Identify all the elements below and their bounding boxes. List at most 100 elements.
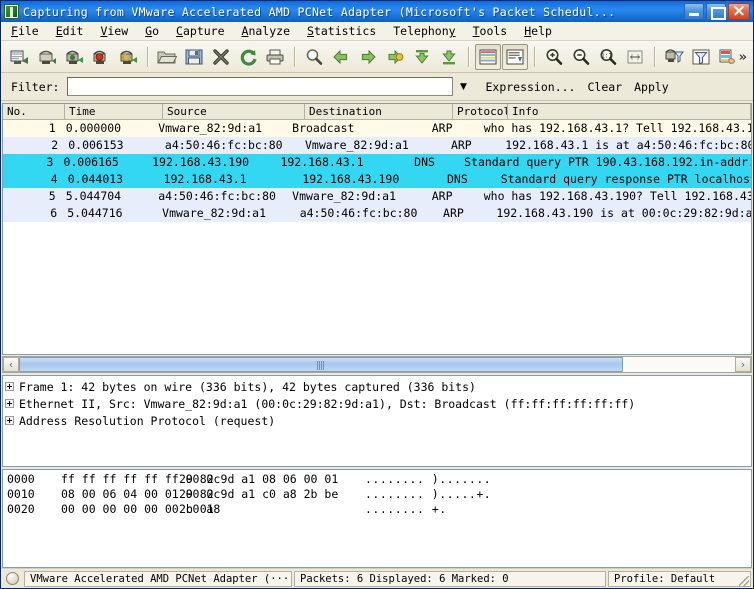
resize-grip-icon[interactable]: [739, 575, 749, 586]
cell-info: Standard query response PTR localhost: [500, 172, 752, 186]
column-header-protocol[interactable]: Protocol: [453, 104, 508, 119]
hscroll-thumb[interactable]: [19, 357, 623, 372]
close-button[interactable]: [728, 1, 750, 21]
hex-ascii: ........ ).....+.: [365, 487, 492, 501]
zoom-in-icon[interactable]: [541, 44, 567, 70]
menu-item-help[interactable]: Help: [524, 24, 561, 38]
autoscroll-toggle-icon[interactable]: [502, 43, 528, 70]
filter-toolbar: Filter: ▼ Expression... Clear Apply: [1, 73, 753, 101]
restart-capture-icon[interactable]: [115, 44, 141, 70]
expand-icon[interactable]: [5, 416, 14, 425]
table-row[interactable]: 6 5.044716 Vmware_82:9d:a1 a4:50:46:fc:b…: [3, 205, 751, 222]
menu-item-tools[interactable]: Tools: [473, 24, 517, 38]
filter-apply-button[interactable]: Apply: [634, 80, 669, 94]
cell-no: 3: [46, 155, 54, 169]
maximize-button[interactable]: [706, 3, 726, 20]
zoom-normal-icon[interactable]: 1:1: [595, 44, 621, 70]
wireshark-window: Capturing from VMware Accelerated AMD PC…: [0, 0, 754, 589]
go-first-packet-icon[interactable]: [409, 44, 435, 70]
go-back-icon[interactable]: [328, 44, 354, 70]
detail-tree-item-arp[interactable]: Address Resolution Protocol (request): [5, 412, 751, 429]
menu-item-statistics[interactable]: Statistics: [307, 24, 385, 38]
table-row[interactable]: 3 0.006165 192.168.43.190 192.168.43.1 D…: [3, 154, 751, 171]
detail-tree-item-frame[interactable]: Frame 1: 42 bytes on wire (336 bits), 42…: [5, 378, 751, 395]
hex-row: 0020 00 00 00 00 00 00 c0 a8 2b 01 .....…: [7, 502, 751, 517]
coloring-rules-icon[interactable]: [715, 44, 741, 70]
expand-icon[interactable]: [5, 382, 14, 391]
detail-tree-item-ethernet[interactable]: Ethernet II, Src: Vmware_82:9d:a1 (00:0c…: [5, 395, 751, 412]
save-file-icon[interactable]: [181, 44, 207, 70]
cell-time: 0.000000: [65, 121, 122, 135]
filter-clear-button[interactable]: Clear: [587, 80, 622, 94]
display-filters-icon[interactable]: [688, 44, 714, 70]
menu-item-view[interactable]: View: [100, 24, 137, 38]
capture-filters-icon[interactable]: [661, 44, 687, 70]
cell-source: a4:50:46:fc:bc:80: [158, 189, 276, 203]
packet-list-hscrollbar[interactable]: ‹ ›: [2, 356, 752, 373]
resize-columns-icon[interactable]: [622, 44, 648, 70]
menu-item-analyze[interactable]: Analyze: [242, 24, 299, 38]
cell-destination: Vmware_82:9d:a1: [304, 138, 409, 152]
cell-time: 5.044704: [65, 189, 122, 203]
start-capture-icon[interactable]: [61, 44, 87, 70]
open-file-icon[interactable]: [154, 44, 180, 70]
cell-info: who has 192.168.43.1? Tell 192.168.43.19…: [483, 121, 751, 135]
hex-ascii: ........ ).......: [365, 472, 492, 486]
scroll-left-arrow-icon[interactable]: ‹: [3, 357, 19, 372]
go-last-packet-icon[interactable]: [436, 44, 462, 70]
cell-info: Standard query PTR 190.43.168.192.in-add…: [464, 155, 751, 169]
status-interface[interactable]: VMware Accelerated AMD PCNet Adapter (··…: [24, 570, 292, 587]
cell-source: Vmware_82:9d:a1: [158, 121, 263, 135]
menu-item-go[interactable]: Go: [145, 24, 168, 38]
zoom-out-icon[interactable]: [568, 44, 594, 70]
toolbar-overflow-icon[interactable]: »: [739, 50, 747, 65]
status-profile[interactable]: Profile: Default: [608, 570, 751, 587]
column-header-info[interactable]: Info: [508, 104, 751, 119]
menu-item-telephony[interactable]: Telephony: [393, 24, 464, 38]
stop-capture-icon[interactable]: [88, 44, 114, 70]
close-file-icon[interactable]: [208, 44, 234, 70]
expand-icon[interactable]: [5, 399, 14, 408]
menu-item-edit[interactable]: Edit: [56, 24, 93, 38]
table-row[interactable]: 2 0.006153 a4:50:46:fc:bc:80 Vmware_82:9…: [3, 137, 751, 154]
column-header-source[interactable]: Source: [163, 104, 305, 119]
reload-file-icon[interactable]: [235, 44, 261, 70]
table-row[interactable]: 4 0.044013 192.168.43.1 192.168.43.190 D…: [3, 171, 751, 188]
hex-row: 0010 08 00 06 04 00 01 00 0c 29 82 9d a1…: [7, 487, 751, 502]
scroll-right-arrow-icon[interactable]: ›: [735, 357, 751, 372]
capture-status-icon[interactable]: [6, 572, 19, 585]
title-bar: Capturing from VMware Accelerated AMD PC…: [1, 1, 753, 22]
column-header-destination[interactable]: Destination: [305, 104, 453, 119]
filter-expression-button[interactable]: Expression...: [485, 80, 575, 94]
column-header-time[interactable]: Time: [65, 104, 163, 119]
table-row[interactable]: 5 5.044704 a4:50:46:fc:bc:80 Vmware_82:9…: [3, 188, 751, 205]
cell-protocol: ARP: [431, 121, 453, 135]
find-packet-icon[interactable]: [301, 44, 327, 70]
hex-offset: 0020: [7, 502, 35, 516]
cell-time: 5.044716: [67, 206, 123, 220]
minimize-button[interactable]: [684, 3, 704, 20]
hscroll-track[interactable]: [19, 357, 735, 372]
packet-bytes-pane[interactable]: 0000 ff ff ff ff ff ff 00 0c 29 82 9d a1…: [2, 469, 752, 568]
packet-list[interactable]: No. Time Source Destination Protocol Inf…: [2, 103, 752, 355]
print-icon[interactable]: [262, 44, 288, 70]
menu-bar: File Edit View Go Capture Analyze Statis…: [1, 22, 753, 41]
detail-tree-label: Ethernet II, Src: Vmware_82:9d:a1 (00:0c…: [19, 396, 636, 411]
table-row[interactable]: 1 0.000000 Vmware_82:9d:a1 Broadcast ARP…: [3, 120, 751, 137]
colorize-toggle-icon[interactable]: [475, 43, 501, 70]
column-header-no[interactable]: No.: [3, 104, 65, 119]
cell-time: 0.044013: [67, 172, 124, 186]
detail-tree-label: Frame 1: 42 bytes on wire (336 bits), 42…: [19, 379, 476, 394]
capture-options-icon[interactable]: [34, 44, 60, 70]
hex-bytes-right: 2b 01: [179, 502, 214, 516]
hex-bytes-left: 00 00 00 00 00 00 c0 a8: [61, 502, 221, 516]
menu-item-file[interactable]: File: [11, 24, 48, 38]
cell-info: 192.168.43.1 is at a4:50:46:fc:bc:80: [505, 138, 751, 152]
filter-input[interactable]: [67, 77, 454, 96]
menu-item-capture[interactable]: Capture: [176, 24, 233, 38]
list-interfaces-icon[interactable]: [7, 44, 33, 70]
go-forward-icon[interactable]: [355, 44, 381, 70]
chevron-down-icon[interactable]: ▼: [455, 82, 471, 92]
go-to-packet-icon[interactable]: [382, 44, 408, 70]
packet-details-pane[interactable]: Frame 1: 42 bytes on wire (336 bits), 42…: [2, 375, 752, 467]
